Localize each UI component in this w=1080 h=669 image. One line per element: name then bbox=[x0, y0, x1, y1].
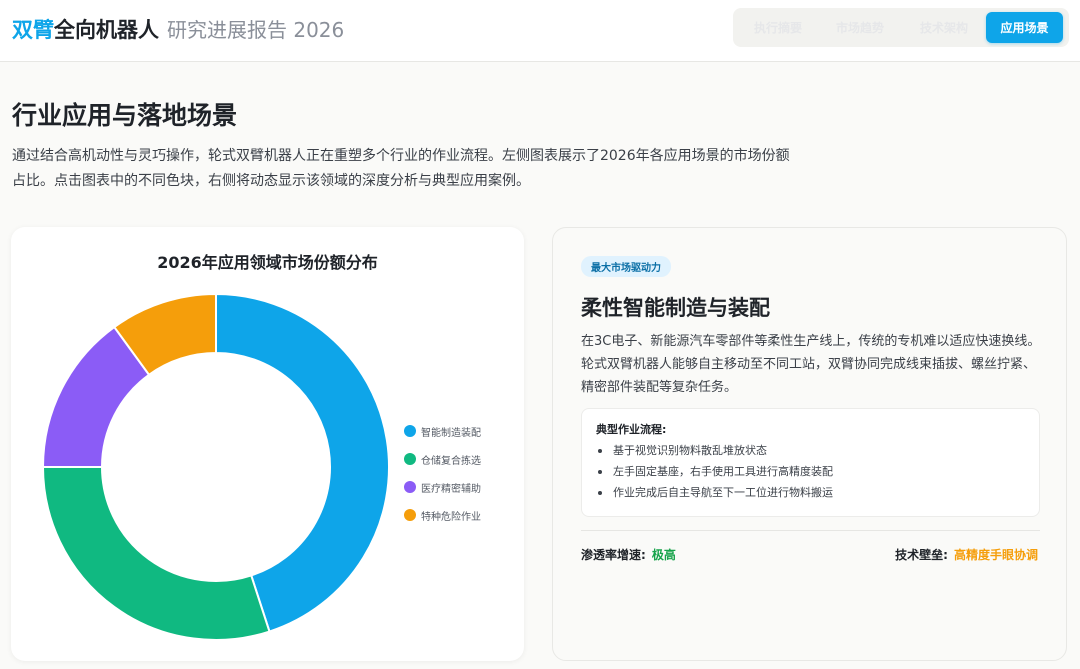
legend-item[interactable]: 特种危险作业 bbox=[404, 501, 481, 529]
tab-tech-architecture[interactable]: 技术架构 bbox=[902, 12, 986, 43]
metric-barrier: 技术壁垒: 高精度手眼协调 bbox=[895, 546, 1038, 563]
legend-color-dot bbox=[404, 509, 416, 521]
tab-executive-summary[interactable]: 执行摘要 bbox=[738, 12, 818, 43]
metric-barrier-value: 高精度手眼协调 bbox=[953, 548, 1038, 562]
brand-subtitle: 研究进展报告 2026 bbox=[167, 18, 345, 42]
legend-label: 智能制造装配 bbox=[421, 427, 481, 439]
workflow-box: 典型作业流程: 基于视觉识别物料散乱堆放状态 左手固定基座，右手使用工具进行高精… bbox=[581, 408, 1040, 517]
brand-main: 全向机器人 bbox=[54, 18, 159, 42]
brand-title: 双臂 全向机器人 研究进展报告 2026 bbox=[12, 14, 344, 46]
metric-penetration-value: 极高 bbox=[651, 548, 676, 562]
chart-legend: 智能制造装配 仓储复合拣选 医疗精密辅助 特种危险作业 bbox=[404, 417, 481, 529]
tab-market-trends[interactable]: 市场趋势 bbox=[818, 12, 902, 43]
detail-description: 在3C电子、新能源汽车零部件等柔性生产线上，传统的专机难以适应快速换线。轮式双臂… bbox=[581, 334, 1041, 395]
legend-color-dot bbox=[404, 425, 416, 437]
donut-slice[interactable] bbox=[41, 466, 271, 641]
legend-label: 仓储复合拣选 bbox=[421, 455, 481, 467]
section-intro: 通过结合高机动性与灵巧操作，轮式双臂机器人正在重塑多个行业的作业流程。左侧图表展… bbox=[12, 148, 790, 189]
detail-badge: 最大市场驱动力 bbox=[581, 256, 671, 277]
metric-penetration-label: 渗透率增速: bbox=[581, 548, 646, 562]
legend-item[interactable]: 仓储复合拣选 bbox=[404, 445, 481, 473]
page-title: 行业应用与落地场景 bbox=[12, 101, 238, 130]
workflow-step: 作业完成后自主导航至下一工位进行物料搬运 bbox=[596, 482, 1025, 503]
nav-tabs: 执行摘要 市场趋势 技术架构 应用场景 bbox=[733, 8, 1069, 47]
metric-barrier-label: 技术壁垒: bbox=[895, 548, 948, 562]
workflow-title: 典型作业流程: bbox=[596, 423, 667, 436]
legend-label: 医疗精密辅助 bbox=[421, 483, 481, 495]
workflow-step: 左手固定基座，右手使用工具进行高精度装配 bbox=[596, 461, 1025, 482]
legend-item[interactable]: 医疗精密辅助 bbox=[404, 473, 481, 501]
divider bbox=[581, 530, 1040, 531]
workflow-list: 基于视觉识别物料散乱堆放状态 左手固定基座，右手使用工具进行高精度装配 作业完成… bbox=[596, 440, 1025, 503]
legend-item[interactable]: 智能制造装配 bbox=[404, 417, 481, 445]
top-header: 双臂 全向机器人 研究进展报告 2026 执行摘要 市场趋势 技术架构 应用场景 bbox=[0, 0, 1080, 62]
brand-accent: 双臂 bbox=[12, 18, 54, 42]
legend-color-dot bbox=[404, 481, 416, 493]
legend-color-dot bbox=[404, 453, 416, 465]
legend-label: 特种危险作业 bbox=[421, 511, 481, 523]
workflow-step: 基于视觉识别物料散乱堆放状态 bbox=[596, 440, 1025, 461]
metric-penetration: 渗透率增速: 极高 bbox=[581, 546, 676, 563]
tab-applications[interactable]: 应用场景 bbox=[986, 12, 1063, 43]
detail-card: 最大市场驱动力 柔性智能制造与装配 在3C电子、新能源汽车零部件等柔性生产线上，… bbox=[552, 227, 1067, 661]
detail-title: 柔性智能制造与装配 bbox=[581, 296, 770, 320]
